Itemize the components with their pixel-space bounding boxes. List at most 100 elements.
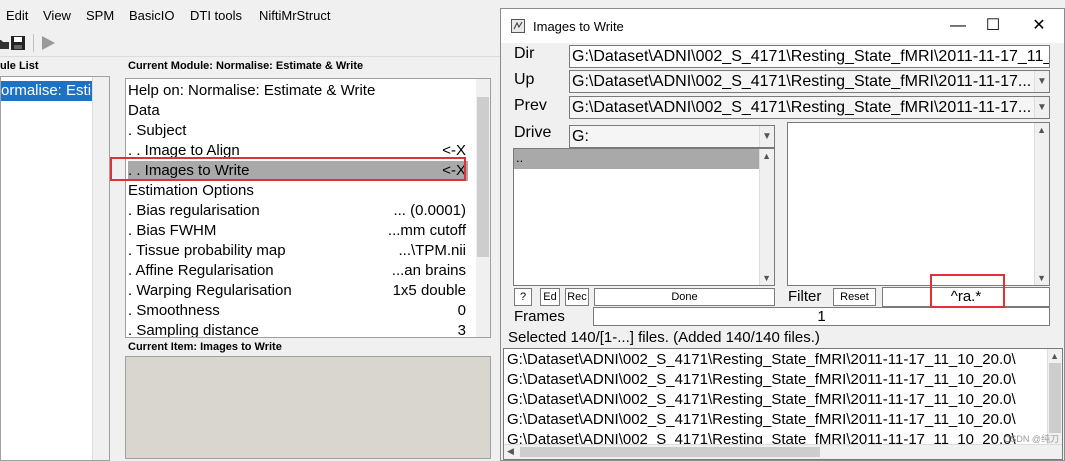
close-button[interactable]: ✕ [1024, 15, 1054, 37]
module-list-scrollbar[interactable] [92, 77, 109, 460]
rec-button[interactable]: Rec [565, 288, 589, 306]
selected-file-item[interactable]: G:\Dataset\ADNI\002_S_4171\Resting_State… [507, 370, 1049, 390]
chevron-down-icon[interactable]: ▼ [759, 126, 774, 147]
done-button[interactable]: Done [594, 288, 775, 306]
module-row-sampling-distance[interactable]: . Sampling distance 3 [128, 321, 468, 338]
module-row-data[interactable]: Data [128, 101, 468, 121]
module-row-label: Estimation Options [128, 182, 254, 199]
module-row-value: 3 [457, 322, 466, 338]
module-row-warping-regularisation[interactable]: . Warping Regularisation 1x5 double [128, 281, 468, 301]
highlight-box-images-to-write [110, 157, 466, 181]
matlab-figure-icon [511, 19, 525, 33]
up-dropdown[interactable]: G:\Dataset\ADNI\002_S_4171\Resting_State… [569, 70, 1050, 93]
module-row-tissue-probability-map[interactable]: . Tissue probability map ...\TPM.nii [128, 241, 468, 261]
save-icon[interactable] [10, 35, 26, 51]
menu-edit[interactable]: Edit [6, 8, 28, 23]
module-row-value: ...\TPM.nii [398, 242, 466, 259]
edit-button[interactable]: Ed [540, 288, 560, 306]
module-row-label: . Subject [128, 122, 187, 139]
selected-files-hscrollbar[interactable]: ◀ [504, 444, 1062, 459]
chevron-down-icon[interactable]: ▼ [1034, 71, 1049, 92]
file-list-scrollbar[interactable]: ▲ ▼ [1034, 123, 1049, 285]
module-row-bias-fwhm[interactable]: . Bias FWHM ...mm cutoff [128, 221, 468, 241]
selected-files-scroll-thumb[interactable] [1049, 363, 1061, 433]
module-row-label: . Smoothness [128, 302, 220, 319]
module-row-smoothness[interactable]: . Smoothness 0 [128, 301, 468, 321]
selected-file-item[interactable]: G:\Dataset\ADNI\002_S_4171\Resting_State… [507, 390, 1049, 410]
module-list-title: ule List [0, 60, 39, 72]
directory-list-scrollbar[interactable]: ▲ ▼ [759, 149, 774, 285]
menu-basicio[interactable]: BasicIO [129, 8, 175, 23]
prev-dropdown-value: G:\Dataset\ADNI\002_S_4171\Resting_State… [572, 99, 1032, 116]
module-row-label: . Affine Regularisation [128, 262, 274, 279]
module-list-item-normalise[interactable]: ormalise: Estim [1, 81, 93, 101]
run-icon[interactable] [40, 35, 56, 51]
module-row-label: . Tissue probability map [128, 242, 286, 259]
module-row-label: Data [128, 102, 160, 119]
directory-list[interactable]: .. ▲ ▼ [513, 148, 775, 286]
selected-file-item[interactable]: G:\Dataset\ADNI\002_S_4171\Resting_State… [507, 410, 1049, 430]
module-row-label: . Sampling distance [128, 322, 259, 338]
selection-status: Selected 140/[1-...] files. (Added 140/1… [508, 329, 820, 346]
menu-spm[interactable]: SPM [86, 8, 114, 23]
module-panel-scrollbar[interactable] [476, 79, 490, 337]
filter-label: Filter [788, 288, 822, 305]
selected-file-item[interactable]: G:\Dataset\ADNI\002_S_4171\Resting_State… [507, 350, 1049, 370]
module-row-label: . Warping Regularisation [128, 282, 292, 299]
selected-files-scrollbar[interactable]: ▲ [1047, 349, 1062, 445]
file-list[interactable]: ▲ ▼ [787, 122, 1050, 286]
module-row-affine-regularisation[interactable]: . Affine Regularisation ...an brains [128, 261, 468, 281]
dialog-title: Images to Write [533, 19, 624, 34]
drive-dropdown[interactable]: G: ▼ [569, 125, 775, 148]
toolbar [0, 30, 500, 57]
selected-files-list[interactable]: G:\Dataset\ADNI\002_S_4171\Resting_State… [503, 348, 1063, 460]
help-button[interactable]: ? [514, 288, 532, 306]
drive-label: Drive [514, 124, 552, 141]
module-row-bias-regularisation[interactable]: . Bias regularisation ... (0.0001) [128, 201, 468, 221]
module-row-help[interactable]: Help on: Normalise: Estimate & Write [128, 81, 468, 101]
dir-field[interactable]: G:\Dataset\ADNI\002_S_4171\Resting_State… [569, 45, 1050, 68]
maximize-button[interactable]: ☐ [978, 15, 1008, 37]
module-list[interactable]: ormalise: Estim [0, 76, 110, 461]
current-item-panel [125, 356, 491, 459]
scroll-down-icon[interactable]: ▼ [1037, 273, 1046, 283]
module-row-subject[interactable]: . Subject [128, 121, 468, 141]
prev-dropdown[interactable]: G:\Dataset\ADNI\002_S_4171\Resting_State… [569, 96, 1050, 119]
module-panel-scroll-thumb[interactable] [477, 97, 489, 257]
dir-label: Dir [514, 45, 535, 62]
module-row-label: Help on: Normalise: Estimate & Write [128, 82, 376, 99]
directory-item-parent[interactable]: .. [514, 149, 759, 169]
menu-niftimrstruct[interactable]: NiftiMrStruct [259, 8, 331, 23]
module-row-estimation-options[interactable]: Estimation Options [128, 181, 468, 201]
scroll-up-icon[interactable]: ▲ [1050, 351, 1059, 361]
scroll-down-icon[interactable]: ▼ [762, 273, 771, 283]
module-row-value: ...an brains [391, 262, 466, 279]
minimize-button[interactable]: — [943, 15, 973, 37]
scroll-up-icon[interactable]: ▲ [1037, 125, 1046, 135]
current-item-title: Current Item: Images to Write [128, 341, 282, 353]
reset-button[interactable]: Reset [833, 288, 876, 306]
current-module-panel[interactable]: Help on: Normalise: Estimate & Write Dat… [125, 78, 491, 338]
selected-files-hscroll-thumb[interactable] [520, 447, 820, 457]
watermark: CSDN @纯刀 [1003, 434, 1059, 444]
frames-input[interactable]: 1 [593, 307, 1050, 326]
drive-dropdown-value: G: [572, 128, 589, 145]
menu-dti-tools[interactable]: DTI tools [190, 8, 242, 23]
chevron-down-icon[interactable]: ▼ [1034, 97, 1049, 118]
module-row-label: . Bias regularisation [128, 202, 260, 219]
module-row-value: 0 [457, 302, 466, 319]
images-to-write-dialog: Images to Write — ☐ ✕ Dir G:\Dataset\ADN… [500, 8, 1065, 461]
dialog-titlebar[interactable]: Images to Write — ☐ ✕ [501, 9, 1064, 43]
scroll-left-icon[interactable]: ◀ [507, 446, 514, 457]
scroll-up-icon[interactable]: ▲ [762, 151, 771, 161]
highlight-box-filter [930, 274, 1005, 308]
menu-view[interactable]: View [43, 8, 71, 23]
frames-label: Frames [514, 308, 565, 325]
prev-label: Prev [514, 97, 547, 114]
up-label: Up [514, 71, 535, 88]
module-row-value: 1x5 double [392, 282, 466, 299]
current-module-title: Current Module: Normalise: Estimate & Wr… [128, 60, 364, 72]
load-icon[interactable] [0, 35, 10, 51]
module-row-value: ...mm cutoff [387, 222, 466, 239]
module-row-value: ... (0.0001) [393, 202, 466, 219]
